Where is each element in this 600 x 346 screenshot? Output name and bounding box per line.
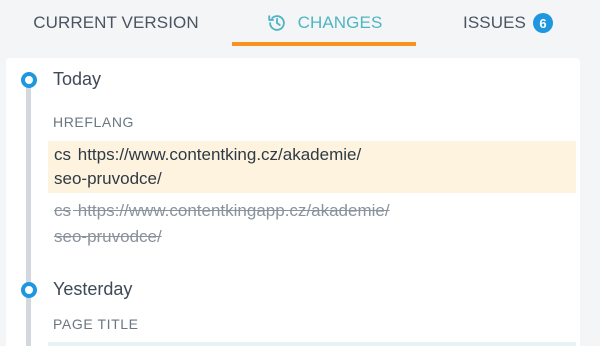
- new-url-line1: https://www.contentking.cz/akademie/: [77, 145, 362, 164]
- issues-count-badge: 6: [532, 13, 553, 33]
- active-tab-underline: [232, 42, 416, 46]
- timeline-dot-yesterday: [21, 282, 37, 298]
- new-lang-code: cs: [54, 145, 71, 164]
- old-value: cs https://www.contentkingapp.cz/akademi…: [54, 198, 574, 250]
- day-heading-yesterday: Yesterday: [53, 279, 133, 299]
- tab-current-version-label: CURRENT VERSION: [33, 13, 199, 32]
- field-label-page-title: PAGE TITLE: [53, 316, 139, 332]
- page-title-value-highlight: [48, 342, 576, 346]
- tab-changes[interactable]: CHANGES: [232, 0, 416, 46]
- timeline-line: [26, 86, 31, 346]
- new-url-line2: seo-pruvodce/: [54, 169, 162, 188]
- tab-changes-label: CHANGES: [297, 13, 383, 32]
- tab-bar: CURRENT VERSION CHANGES ISSUES 6: [0, 0, 600, 46]
- old-url-line1: https://www.contentkingapp.cz/akademie/: [77, 201, 390, 220]
- day-heading-today: Today: [53, 69, 102, 89]
- old-lang-code: cs: [54, 201, 71, 220]
- new-value-line1: cs https://www.contentking.cz/akademie/: [54, 143, 576, 167]
- new-value-highlight: cs https://www.contentking.cz/akademie/ …: [48, 141, 576, 193]
- tab-current-version[interactable]: CURRENT VERSION: [0, 0, 232, 46]
- history-icon: [267, 15, 285, 31]
- timeline-dot-today: [21, 72, 37, 88]
- old-value-line1: cs https://www.contentkingapp.cz/akademi…: [54, 198, 574, 224]
- old-url-line2: seo-pruvodce/: [54, 227, 162, 246]
- tab-issues[interactable]: ISSUES 6: [416, 0, 600, 46]
- tab-issues-label: ISSUES: [463, 13, 526, 32]
- field-label-hreflang: HREFLANG: [53, 114, 135, 130]
